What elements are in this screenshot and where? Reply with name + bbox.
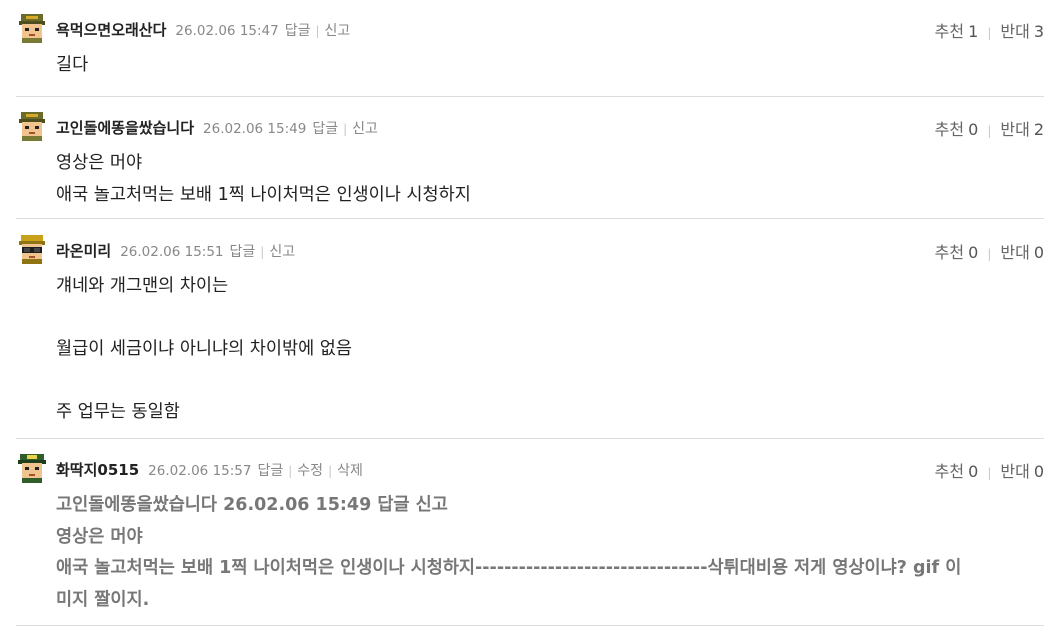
comment-line [56,366,1036,398]
downvote-count: 0 [1033,462,1044,481]
reply-link[interactable]: 답글 [312,118,338,138]
comment-line: 고인돌에똥을쌌습니다 26.02.06 15:49 답글 신고 [56,495,448,515]
comment-line: 걔네와 개그맨의 차이는 [56,276,229,296]
downvote-button[interactable]: 반대 2 [1000,116,1044,140]
soldier-avatar-icon[interactable] [16,110,48,142]
upvote-count: 1 [968,22,979,41]
comment-body: 길다 [56,50,1036,82]
comment-header: 고인돌에똥을쌌습니다 26.02.06 15:49 답글 | 신고 [56,117,378,139]
vote-box: 추천 1 | 반대 3 [935,18,1044,42]
soldier-avatar-icon[interactable] [16,12,48,44]
edit-link[interactable]: 수정 [297,460,323,480]
nickname[interactable]: 욕먹으면오래산다 [56,19,166,40]
comment-line: 월급이 세금이냐 아니냐의 차이밖에 없음 [56,339,352,359]
comment-header: 욕먹으면오래산다 26.02.06 15:47 답글 | 신고 [56,19,350,41]
divider: | [987,26,992,40]
reply-link[interactable]: 답글 [230,241,256,261]
comment-body-quote: 고인돌에똥을쌌습니다 26.02.06 15:49 답글 신고 영상은 머야 애… [56,490,1036,616]
reply-link[interactable]: 답글 [285,20,311,40]
report-link[interactable]: 신고 [325,20,351,40]
upvote-count: 0 [968,243,979,262]
comment-body: 영상은 머야 애국 놀고처먹는 보배 1찍 나이처먹은 인생이나 시청하지 [56,148,1036,211]
comment-header: 라온미리 26.02.06 15:51 답글 | 신고 [56,240,295,262]
nickname[interactable]: 고인돌에똥을쌌습니다 [56,117,194,138]
divider: | [315,24,320,38]
comment-line: 애국 놀고처먹는 보배 1찍 나이처먹은 인생이나 시청하지----------… [56,558,962,578]
comment-date: 26.02.06 15:49 [203,121,307,137]
comment-date: 26.02.06 15:51 [120,244,224,260]
downvote-button[interactable]: 반대 0 [1000,239,1044,263]
downvote-button[interactable]: 반대 0 [1000,458,1044,482]
upvote-button[interactable]: 추천 1 [935,18,979,42]
comment-item: 화딱지0515 26.02.06 15:57 답글 | 수정 | 삭제 추천 0 … [16,452,1044,626]
delete-link[interactable]: 삭제 [337,460,363,480]
upvote-button[interactable]: 추천 0 [935,116,979,140]
divider: | [987,124,992,138]
divider: | [328,464,333,478]
divider: | [987,247,992,261]
downvote-count: 0 [1033,243,1044,262]
downvote-button[interactable]: 반대 3 [1000,18,1044,42]
upvote-count: 0 [968,120,979,139]
comment-line: 영상은 머야 [56,526,143,547]
divider: | [260,245,265,259]
downvote-count: 2 [1033,120,1044,139]
comment-line: 미지 짤이지. [56,589,150,610]
comment-line [56,303,1036,335]
divider: | [987,466,992,480]
downvote-count: 3 [1033,22,1044,41]
comment-line: 길다 [56,55,89,75]
nickname[interactable]: 화딱지0515 [56,459,139,480]
comment-body: 걔네와 개그맨의 차이는 월급이 세금이냐 아니냐의 차이밖에 없음 주 업무는… [56,271,1036,429]
goggles-avatar-icon[interactable] [16,233,48,265]
comment-date: 26.02.06 15:47 [175,23,279,39]
comment-line: 주 업무는 동일함 [56,402,180,422]
divider: | [288,464,293,478]
nickname[interactable]: 라온미리 [56,240,111,261]
comment-item: 욕먹으면오래산다 26.02.06 15:47 답글 | 신고 추천 1 | 반대… [16,12,1044,97]
vote-box: 추천 0 | 반대 2 [935,116,1044,140]
comment-header: 화딱지0515 26.02.06 15:57 답글 | 수정 | 삭제 [56,459,363,481]
upvote-button[interactable]: 추천 0 [935,239,979,263]
report-link[interactable]: 신고 [352,118,378,138]
comment-item: 고인돌에똥을쌌습니다 26.02.06 15:49 답글 | 신고 추천 0 | … [16,110,1044,219]
comment-date: 26.02.06 15:57 [148,463,252,479]
divider: | [343,122,348,136]
upvote-button[interactable]: 추천 0 [935,458,979,482]
vote-box: 추천 0 | 반대 0 [935,239,1044,263]
vote-box: 추천 0 | 반대 0 [935,458,1044,482]
comment-line: 영상은 머야 [56,153,143,173]
upvote-count: 0 [968,462,979,481]
comment-item: 라온미리 26.02.06 15:51 답글 | 신고 추천 0 | 반대 0 걔네… [16,233,1044,439]
officer-avatar-icon[interactable] [16,452,48,484]
report-link[interactable]: 신고 [269,241,295,261]
reply-link[interactable]: 답글 [257,460,283,480]
comment-line: 애국 놀고처먹는 보배 1찍 나이처먹은 인생이나 시청하지 [56,184,471,205]
